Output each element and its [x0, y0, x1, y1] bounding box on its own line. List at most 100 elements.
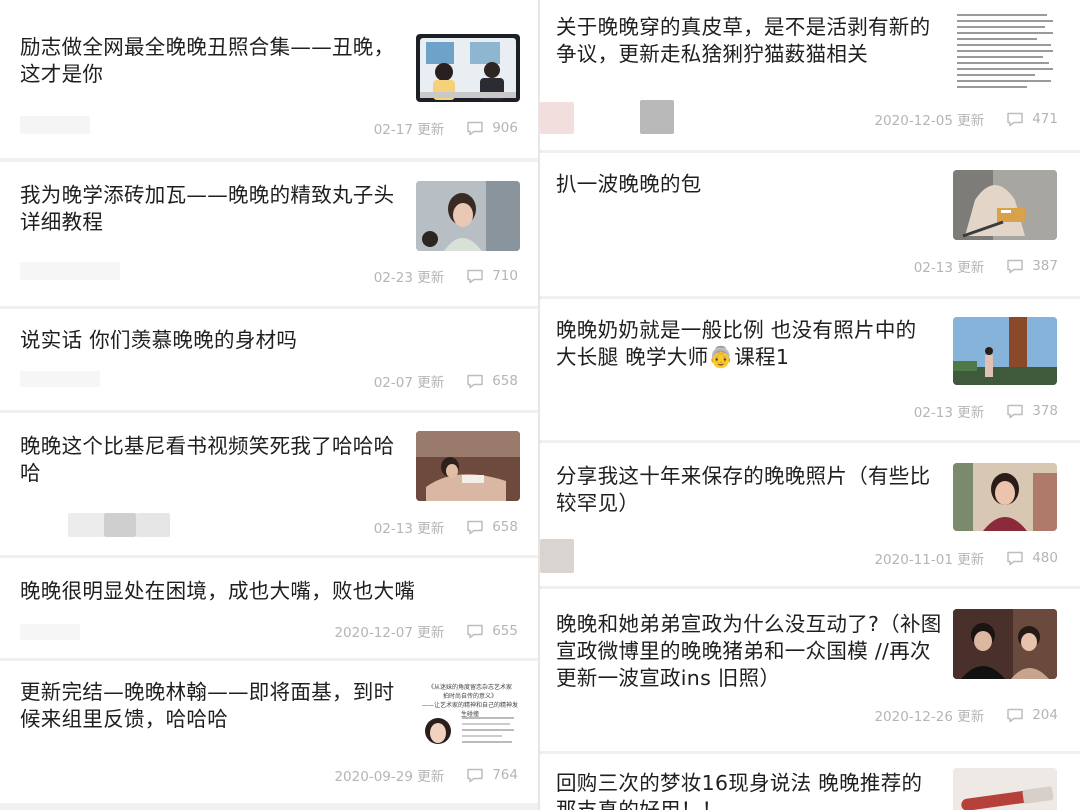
comment-count[interactable]: 387 — [1006, 258, 1058, 274]
post-card[interactable]: 分享我这十年来保存的晚晚照片（有些比较罕见） 2020-11-01 更新 480 — [540, 443, 1080, 586]
post-date: 02-23 更新 — [373, 270, 445, 286]
blurred-author — [68, 513, 104, 537]
post-title[interactable]: 晚晚和她弟弟宣政为什么没互动了?（补图 宣政微博里的晚晚猪弟和一众国模 //再次… — [556, 611, 946, 692]
post-card[interactable]: 回购三次的梦妆16现身说法 晚晚推荐的那支真的好用！！ — [540, 754, 1080, 810]
comment-count[interactable]: 658 — [466, 519, 518, 535]
post-card[interactable]: 我为晚学添砖加瓦——晚晚的精致丸子头详细教程 02-23 更新 710 — [0, 162, 540, 306]
post-date: 02-07 更新 — [373, 375, 445, 391]
blurred-author — [640, 100, 674, 134]
post-date: 02-13 更新 — [913, 260, 985, 276]
comment-number: 204 — [1032, 707, 1058, 723]
post-title[interactable]: 晚晚很明显处在困境，成也大嘴，败也大嘴 — [20, 578, 520, 605]
comment-number: 710 — [492, 268, 518, 284]
post-title[interactable]: 晚晚这个比基尼看书视频笑死我了哈哈哈哈 — [20, 433, 395, 487]
comment-bubble-icon — [467, 520, 483, 535]
post-card[interactable]: 晚晚这个比基尼看书视频笑死我了哈哈哈哈 02-13 更新 658 — [0, 413, 540, 555]
comment-number: 387 — [1032, 258, 1058, 274]
comment-bubble-icon — [1007, 551, 1023, 566]
comment-count[interactable]: 658 — [466, 373, 518, 389]
post-card[interactable]: 晚晚很明显处在困境，成也大嘴，败也大嘴 2020-12-07 更新 655 — [0, 558, 540, 658]
comment-number: 658 — [492, 519, 518, 535]
comment-bubble-icon — [467, 624, 483, 639]
post-meta: 02-13 更新 387 — [914, 256, 1058, 276]
comment-bubble-icon — [1007, 112, 1023, 127]
post-meta: 02-13 更新 378 — [914, 401, 1058, 421]
feed-screenshot: 励志做全网最全晚晚丑照合集——丑晚，这才是你 02-17 更新 906 我为晚学… — [0, 0, 1080, 810]
blurred-author — [20, 262, 120, 280]
post-thumbnail[interactable] — [953, 317, 1057, 385]
post-thumbnail[interactable] — [953, 768, 1057, 810]
blurred-author — [20, 116, 90, 134]
comment-number: 655 — [492, 623, 518, 639]
post-card[interactable]: 晚晚和她弟弟宣政为什么没互动了?（补图 宣政微博里的晚晚猪弟和一众国模 //再次… — [540, 589, 1080, 751]
post-card[interactable]: 扒一波晚晚的包 02-13 更新 387 — [540, 153, 1080, 296]
comment-number: 378 — [1032, 403, 1058, 419]
post-title[interactable]: 关于晚晚穿的真皮草，是不是活剥有新的争议，更新走私猞猁狞猫薮猫相关 — [556, 14, 931, 68]
post-meta: 2020-12-26 更新 204 — [874, 705, 1058, 725]
post-thumbnail[interactable]: 《从迷妹的角度留恋杂志艺术家 拍时尚自传的意义》 ——让艺术家的精神和自己的精神… — [416, 681, 520, 753]
post-thumbnail[interactable] — [953, 10, 1057, 94]
post-meta: 2020-12-07 更新 655 — [334, 621, 518, 641]
post-meta: 02-13 更新 658 — [374, 517, 518, 537]
post-thumbnail[interactable] — [416, 181, 520, 251]
post-card[interactable]: 关于晚晚穿的真皮草，是不是活剥有新的争议，更新走私猞猁狞猫薮猫相关 2020-1… — [540, 0, 1080, 150]
comment-bubble-icon — [467, 269, 483, 284]
comment-count[interactable]: 764 — [466, 767, 518, 783]
comment-count[interactable]: 655 — [466, 623, 518, 639]
comment-number: 906 — [492, 120, 518, 136]
comment-number: 471 — [1032, 111, 1058, 127]
blurred-author — [136, 513, 170, 537]
post-meta: 02-17 更新 906 — [374, 118, 518, 138]
post-date: 2020-12-05 更新 — [874, 113, 985, 129]
blurred-author — [20, 624, 80, 640]
comment-bubble-icon — [1007, 259, 1023, 274]
post-date: 2020-09-29 更新 — [334, 769, 445, 785]
post-title[interactable]: 更新完结—晚晚林翰——即将面基，到时候来组里反馈，哈哈哈 — [20, 679, 395, 733]
post-date: 2020-12-07 更新 — [334, 625, 445, 641]
post-title[interactable]: 我为晚学添砖加瓦——晚晚的精致丸子头详细教程 — [20, 182, 395, 236]
post-meta: 02-07 更新 658 — [374, 371, 518, 391]
post-title[interactable]: 励志做全网最全晚晚丑照合集——丑晚，这才是你 — [20, 34, 395, 88]
comment-bubble-icon — [467, 768, 483, 783]
post-meta: 2020-09-29 更新 764 — [334, 765, 518, 785]
post-card[interactable]: 励志做全网最全晚晚丑照合集——丑晚，这才是你 02-17 更新 906 — [0, 0, 540, 158]
comment-bubble-icon — [467, 121, 483, 136]
blurred-author — [540, 539, 574, 573]
post-title[interactable]: 回购三次的梦妆16现身说法 晚晚推荐的那支真的好用！！ — [556, 770, 931, 810]
comment-number: 658 — [492, 373, 518, 389]
comment-number: 764 — [492, 767, 518, 783]
post-title[interactable]: 说实话 你们羡慕晚晚的身材吗 — [20, 327, 520, 354]
comment-count[interactable]: 480 — [1006, 550, 1058, 566]
comment-bubble-icon — [1007, 404, 1023, 419]
post-date: 02-13 更新 — [913, 405, 985, 421]
post-meta: 02-23 更新 710 — [374, 266, 518, 286]
post-card[interactable]: 说实话 你们羡慕晚晚的身材吗 02-07 更新 658 — [0, 309, 540, 410]
comment-bubble-icon — [1007, 708, 1023, 723]
post-title[interactable]: 扒一波晚晚的包 — [556, 171, 931, 198]
post-thumbnail[interactable] — [953, 170, 1057, 240]
comment-count[interactable]: 906 — [466, 120, 518, 136]
post-thumbnail[interactable] — [953, 463, 1057, 531]
post-card[interactable]: 晚晚奶奶就是一般比例 也没有照片中的大长腿 晚学大师👵课程1 02-13 更新 … — [540, 299, 1080, 440]
post-date: 2020-12-26 更新 — [874, 709, 985, 725]
left-feed: 励志做全网最全晚晚丑照合集——丑晚，这才是你 02-17 更新 906 我为晚学… — [0, 0, 540, 810]
post-thumbnail[interactable] — [416, 34, 520, 102]
comment-bubble-icon — [467, 374, 483, 389]
comment-count[interactable]: 378 — [1006, 403, 1058, 419]
comment-count[interactable]: 204 — [1006, 707, 1058, 723]
comment-count[interactable]: 710 — [466, 268, 518, 284]
comment-number: 480 — [1032, 550, 1058, 566]
comment-count[interactable]: 471 — [1006, 111, 1058, 127]
post-meta: 2020-12-05 更新 471 — [874, 109, 1058, 129]
post-thumbnail[interactable] — [953, 609, 1057, 679]
post-date: 02-13 更新 — [373, 521, 445, 537]
post-thumbnail[interactable] — [416, 431, 520, 501]
post-title[interactable]: 分享我这十年来保存的晚晚照片（有些比较罕见） — [556, 463, 931, 517]
post-title[interactable]: 晚晚奶奶就是一般比例 也没有照片中的大长腿 晚学大师👵课程1 — [556, 317, 931, 371]
post-meta: 2020-11-01 更新 480 — [874, 548, 1058, 568]
right-feed: 关于晚晚穿的真皮草，是不是活剥有新的争议，更新走私猞猁狞猫薮猫相关 2020-1… — [540, 0, 1080, 810]
blurred-author — [540, 102, 574, 134]
post-date: 2020-11-01 更新 — [874, 552, 985, 568]
blurred-author — [104, 513, 136, 537]
post-card[interactable]: 更新完结—晚晚林翰——即将面基，到时候来组里反馈，哈哈哈 《从迷妹的角度留恋杂志… — [0, 661, 540, 803]
